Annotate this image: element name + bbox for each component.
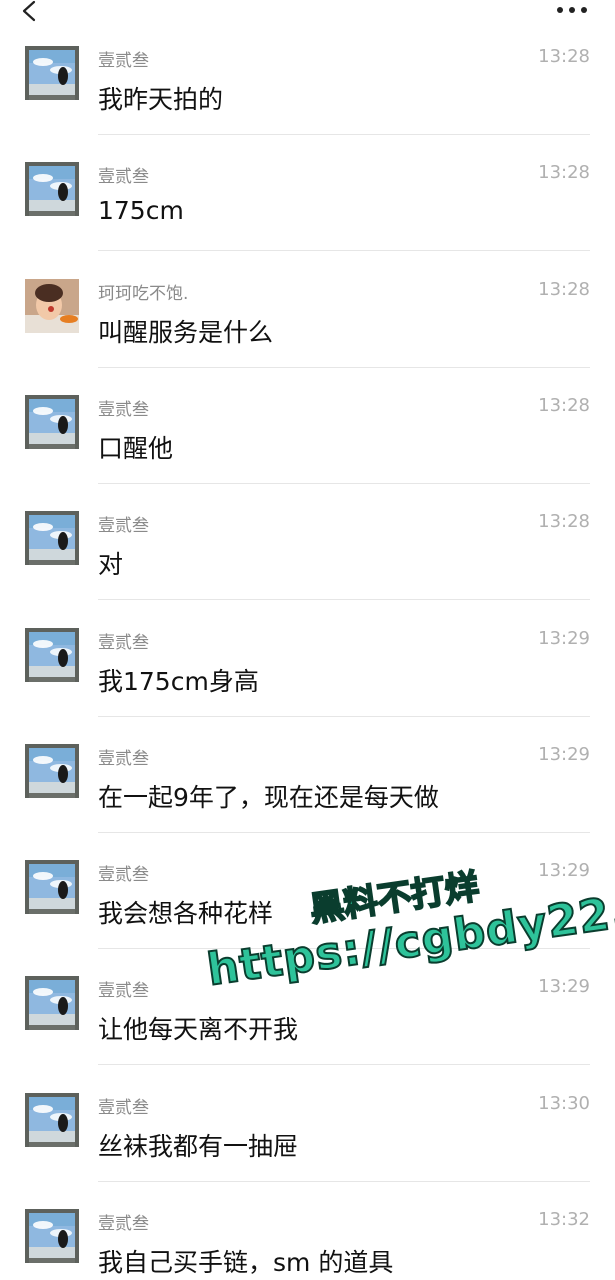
avatar[interactable] [25, 394, 79, 449]
message-time: 13:29 [538, 860, 590, 882]
avatar[interactable] [25, 860, 79, 915]
message-time: 13:28 [538, 394, 590, 416]
message-text: 对 [98, 550, 124, 580]
more-dots-icon[interactable] [555, 2, 589, 18]
message-item[interactable]: 壹贰叁 13:32 我自己买手链，sm 的道具 [0, 1167, 615, 1280]
message-text: 让他每天离不开我 [98, 1015, 299, 1045]
message-item[interactable]: 壹贰叁 13:28 对 [0, 469, 615, 601]
message-time: 13:29 [538, 627, 590, 649]
sender-name: 壹贰叁 [98, 516, 149, 537]
message-item[interactable]: 壹贰叁 13:28 175cm [0, 120, 615, 252]
avatar[interactable] [25, 1209, 79, 1263]
message-text: 我会想各种花样 [98, 899, 274, 929]
message-time: 13:29 [538, 976, 590, 998]
message-text: 叫醒服务是什么 [98, 317, 274, 347]
message-text: 我自己买手链，sm 的道具 [98, 1248, 394, 1277]
avatar[interactable] [25, 627, 79, 682]
avatar[interactable] [25, 278, 79, 333]
message-item[interactable]: 壹贰叁 13:29 让他每天离不开我 [0, 934, 615, 1066]
message-item[interactable]: 壹贰叁 13:29 我175cm身高 [0, 586, 615, 717]
message-item[interactable]: 壹贰叁 13:30 丝袜我都有一抽屉 [0, 1051, 615, 1182]
message-text: 175cm [98, 196, 184, 226]
sender-name: 壹贰叁 [98, 748, 149, 769]
avatar[interactable] [25, 46, 79, 100]
sender-name: 珂珂吃不饱. [98, 283, 189, 304]
message-time: 13:29 [538, 743, 590, 765]
message-time: 13:28 [538, 46, 590, 67]
message-time: 13:28 [538, 278, 590, 300]
avatar[interactable] [25, 511, 79, 566]
avatar[interactable] [25, 162, 79, 217]
message-text: 我昨天拍的 [98, 85, 224, 114]
message-time: 13:30 [538, 1092, 590, 1114]
sender-name: 壹贰叁 [98, 167, 149, 188]
message-text: 在一起9年了，现在还是每天做 [98, 782, 439, 812]
message-time: 13:28 [538, 162, 590, 184]
sender-name: 壹贰叁 [98, 399, 149, 420]
message-time: 13:28 [538, 511, 590, 533]
sender-name: 壹贰叁 [98, 981, 149, 1002]
avatar[interactable] [25, 976, 79, 1031]
message-text: 丝袜我都有一抽屉 [98, 1131, 299, 1161]
message-text: 我175cm身高 [98, 666, 259, 696]
message-text: 口醒他 [98, 433, 174, 463]
chevron-left-icon[interactable] [14, 0, 44, 30]
message-item[interactable]: 珂珂吃不饱. 13:28 叫醒服务是什么 [0, 237, 615, 368]
message-item[interactable]: 壹贰叁 13:29 我会想各种花样 [0, 818, 615, 950]
message-item[interactable]: 壹贰叁 13:28 口醒他 [0, 353, 615, 484]
sender-name: 壹贰叁 [98, 865, 149, 886]
avatar[interactable] [25, 1092, 79, 1147]
sender-name: 壹贰叁 [98, 1214, 149, 1234]
avatar[interactable] [25, 743, 79, 798]
sender-name: 壹贰叁 [98, 51, 149, 71]
message-item[interactable]: 壹贰叁 13:29 在一起9年了，现在还是每天做 [0, 702, 615, 833]
top-bar [0, 0, 615, 40]
message-time: 13:32 [538, 1209, 590, 1230]
sender-name: 壹贰叁 [98, 1097, 149, 1118]
sender-name: 壹贰叁 [98, 632, 149, 653]
